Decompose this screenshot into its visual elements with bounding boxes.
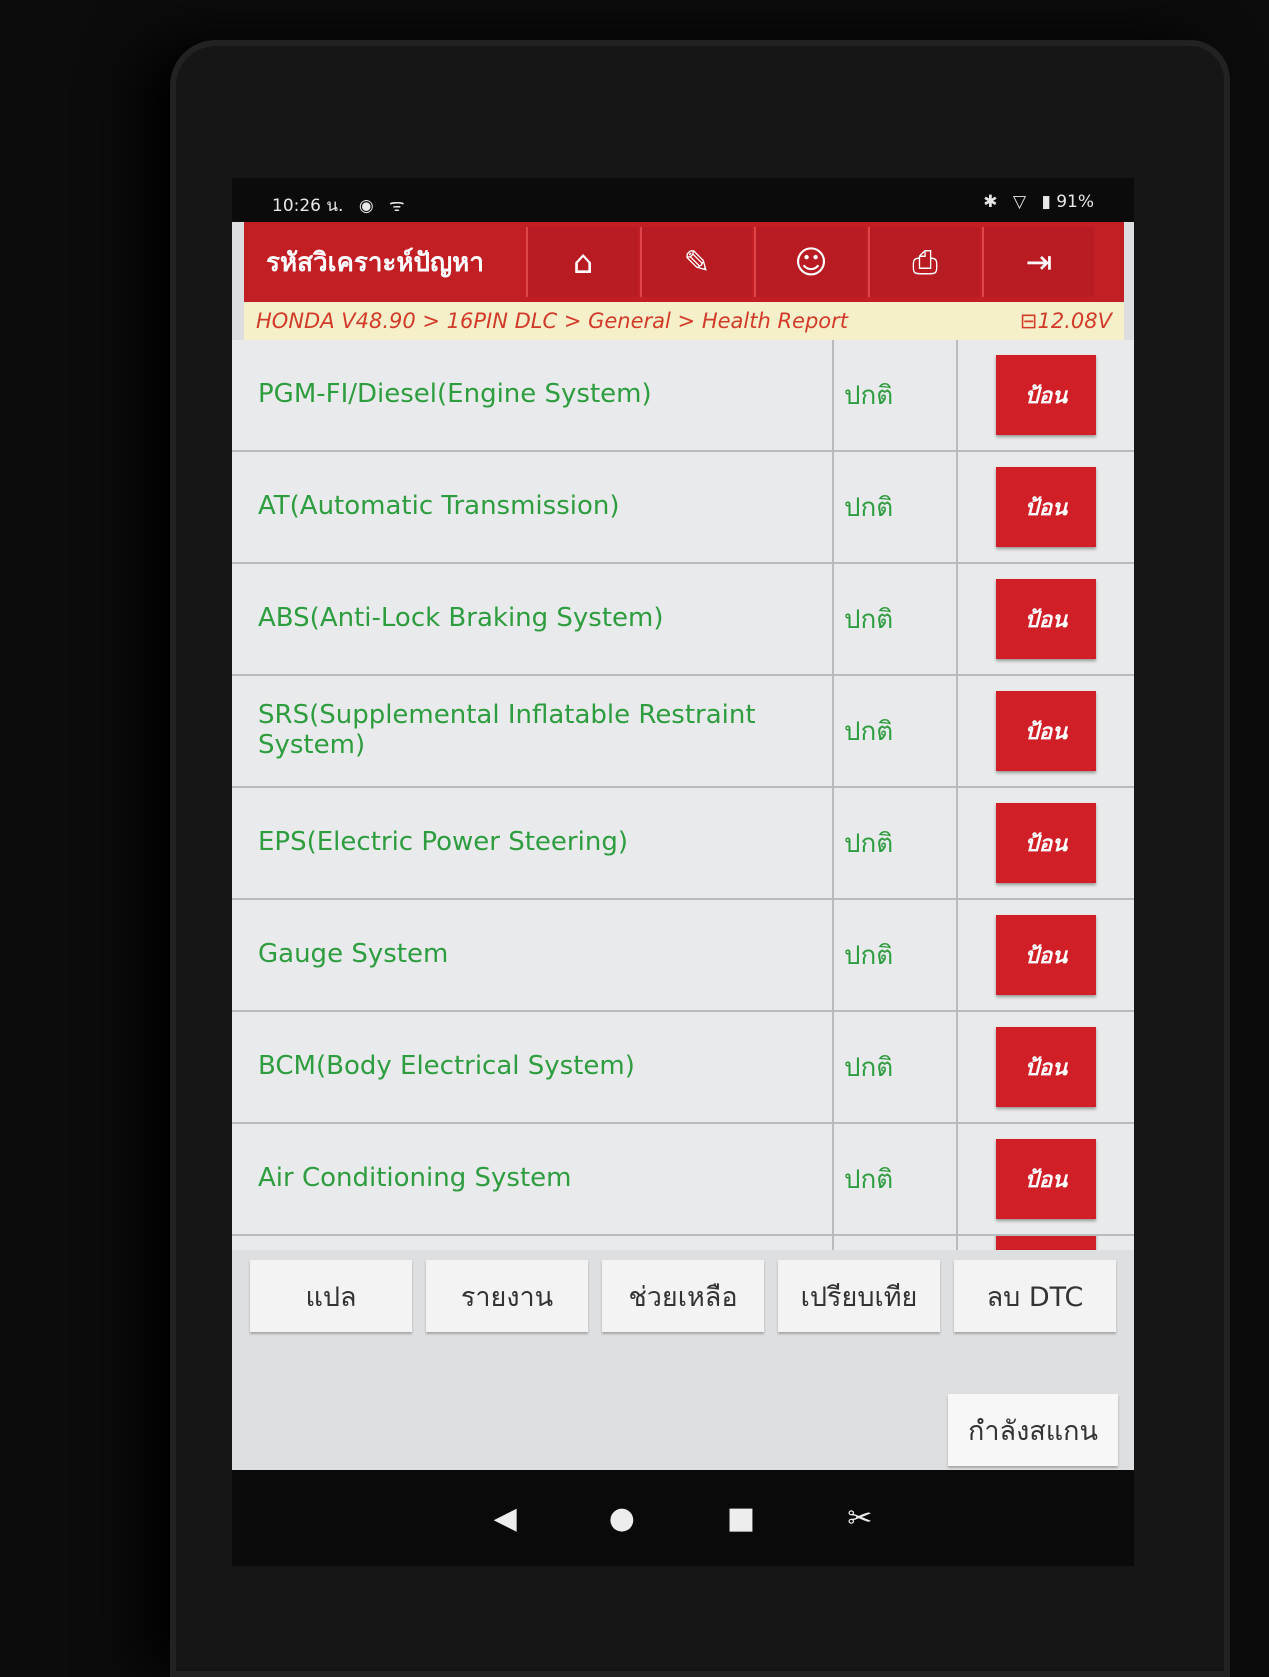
help-button[interactable]: ช่วยเหลือ: [602, 1260, 764, 1332]
table-row: PGM-FI/Diesel(Engine System) ปกติ ป้อน: [232, 340, 1134, 452]
battery-icon: ▮: [1041, 192, 1051, 212]
report-button[interactable]: รายงาน: [426, 1260, 588, 1332]
table-row: AT(Automatic Transmission) ปกติ ป้อน: [232, 452, 1134, 564]
system-name: SRS(Supplemental Inflatable Restraint Sy…: [258, 700, 756, 760]
enter-button[interactable]: ป้อน: [996, 355, 1096, 435]
system-name: AT(Automatic Transmission): [258, 491, 620, 522]
notification-icon: ◉: [358, 196, 374, 216]
system-name: Gauge System: [258, 939, 449, 970]
breadcrumb-path: HONDA V48.90 > 16PIN DLC > General > Hea…: [256, 309, 849, 333]
status-bar: 10:26 น. ◉ ᯤ ✱ ▽ ▮ 91%: [232, 178, 1134, 222]
clock: 10:26 น.: [272, 196, 344, 216]
print-button[interactable]: ⎙: [868, 227, 980, 297]
edit-icon: ✎: [683, 243, 711, 281]
system-status: ปกติ: [832, 788, 958, 898]
table-row: SRS(Supplemental Inflatable Restraint Sy…: [232, 676, 1134, 788]
system-status: ปกติ: [832, 452, 958, 562]
enter-button[interactable]: ป้อน: [996, 467, 1096, 547]
exit-button[interactable]: ⇥: [982, 227, 1094, 297]
recent-apps-icon[interactable]: ■: [727, 1501, 755, 1536]
tablet-screen: 10:26 น. ◉ ᯤ ✱ ▽ ▮ 91% รหัสวิเคราะห์ปัญห…: [232, 178, 1134, 1566]
voltage-readout: ⊟12.08V: [1019, 309, 1112, 333]
table-row: EPS(Electric Power Steering) ปกติ ป้อน: [232, 788, 1134, 900]
user-button[interactable]: ☺: [754, 227, 866, 297]
exit-icon: ⇥: [1025, 243, 1053, 281]
wifi-icon: ᯤ: [389, 196, 405, 216]
battery-level: 91%: [1056, 192, 1094, 212]
table-row: BCM(Body Electrical System) ปกติ ป้อน: [232, 1012, 1134, 1124]
home-icon: ⌂: [572, 243, 594, 281]
table-row: Gauge System ปกติ ป้อน: [232, 900, 1134, 1012]
breadcrumb: HONDA V48.90 > 16PIN DLC > General > Hea…: [244, 302, 1124, 340]
enter-button[interactable]: ป้อน: [996, 691, 1096, 771]
edit-button[interactable]: ✎: [640, 227, 752, 297]
signal-icon: ▽: [1012, 192, 1027, 212]
page-title: รหัสวิเคราะห์ปัญหา: [266, 247, 484, 278]
table-row: ABS(Anti-Lock Braking System) ปกติ ป้อน: [232, 564, 1134, 676]
system-status: ปกติ: [832, 1124, 958, 1234]
system-name: PGM-FI/Diesel(Engine System): [258, 379, 652, 410]
back-icon[interactable]: ◀: [494, 1501, 517, 1536]
system-name: Air Conditioning System: [258, 1163, 572, 1194]
table-row: Air Conditioning System ปกติ ป้อน: [232, 1124, 1134, 1236]
enter-button[interactable]: ป้อน: [996, 1027, 1096, 1107]
health-report-table: PGM-FI/Diesel(Engine System) ปกติ ป้อน A…: [232, 340, 1134, 1298]
translate-button[interactable]: แปล: [250, 1260, 412, 1332]
enter-button[interactable]: ป้อน: [996, 1139, 1096, 1219]
home-button[interactable]: ⌂: [526, 227, 638, 297]
clear-dtc-button[interactable]: ลบ DTC: [954, 1260, 1116, 1332]
enter-button[interactable]: ป้อน: [996, 803, 1096, 883]
home-nav-icon[interactable]: ●: [609, 1501, 635, 1536]
enter-button[interactable]: ป้อน: [996, 579, 1096, 659]
enter-button[interactable]: ป้อน: [996, 915, 1096, 995]
bluetooth-icon: ✱: [983, 192, 998, 212]
system-status: ปกติ: [832, 676, 958, 786]
user-icon: ☺: [794, 243, 828, 281]
system-name: BCM(Body Electrical System): [258, 1051, 635, 1082]
compare-button[interactable]: เปรียบเทีย: [778, 1260, 940, 1332]
system-status: ปกติ: [832, 340, 958, 450]
scanning-button[interactable]: กำลังสแกน: [948, 1394, 1118, 1466]
action-panel: แปล รายงาน ช่วยเหลือ เปรียบเทีย ลบ DTC ก…: [232, 1250, 1134, 1470]
system-name: ABS(Anti-Lock Braking System): [258, 603, 664, 634]
system-status: ปกติ: [832, 900, 958, 1010]
app-header: รหัสวิเคราะห์ปัญหา ⌂ ✎ ☺ ⎙ ⇥: [244, 222, 1124, 302]
system-name: EPS(Electric Power Steering): [258, 827, 628, 858]
screenshot-icon[interactable]: ✂: [847, 1501, 872, 1536]
print-icon: ⎙: [912, 242, 938, 281]
system-status: ปกติ: [832, 564, 958, 674]
system-status: ปกติ: [832, 1012, 958, 1122]
android-nav-bar: ◀ ● ■ ✂: [232, 1470, 1134, 1566]
